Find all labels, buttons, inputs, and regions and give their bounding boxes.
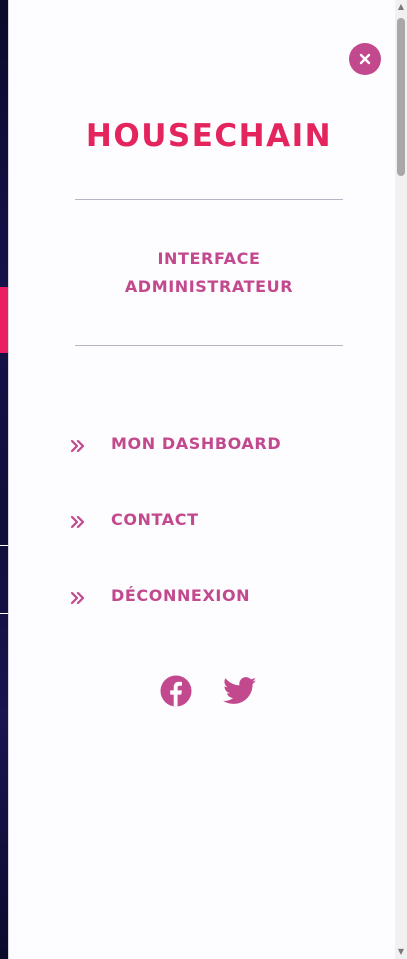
divider (75, 345, 343, 346)
brand-logo[interactable]: HOUSECHAIN (69, 116, 349, 156)
nav-item-label: MON DASHBOARD (111, 434, 282, 453)
scroll-down-arrow-icon[interactable]: ▼ (397, 948, 405, 956)
panel-subtitle: INTERFACE ADMINISTRATEUR (69, 245, 349, 301)
nav-item-label: DÉCONNEXION (111, 586, 251, 605)
side-menu-panel: HOUSECHAIN INTERFACE ADMINISTRATEUR MON … (8, 0, 396, 959)
nav-item-dashboard[interactable]: MON DASHBOARD (69, 431, 281, 457)
facebook-link[interactable] (159, 674, 193, 708)
subtitle-line: ADMINISTRATEUR (124, 277, 294, 296)
double-chevron-right-icon (69, 513, 87, 531)
scrollbar-thumb[interactable] (397, 18, 405, 176)
nav-item-label: CONTACT (111, 510, 199, 529)
scrollbar[interactable]: ▲ ▼ (395, 0, 407, 959)
app-viewport: HOUSECHAIN INTERFACE ADMINISTRATEUR MON … (0, 0, 407, 959)
twitter-link[interactable] (223, 674, 257, 708)
close-menu-button[interactable] (349, 43, 381, 75)
double-chevron-right-icon (69, 589, 87, 607)
subtitle-line: INTERFACE (157, 249, 261, 268)
nav-item-logout[interactable]: DÉCONNEXION (69, 583, 250, 609)
background-accent-bar (0, 287, 8, 353)
facebook-icon (160, 675, 192, 707)
twitter-icon (223, 677, 257, 704)
nav-item-contact[interactable]: CONTACT (69, 507, 199, 533)
close-icon (359, 53, 371, 65)
divider (75, 199, 343, 200)
double-chevron-right-icon (69, 437, 87, 455)
scroll-up-arrow-icon[interactable]: ▲ (397, 3, 405, 11)
